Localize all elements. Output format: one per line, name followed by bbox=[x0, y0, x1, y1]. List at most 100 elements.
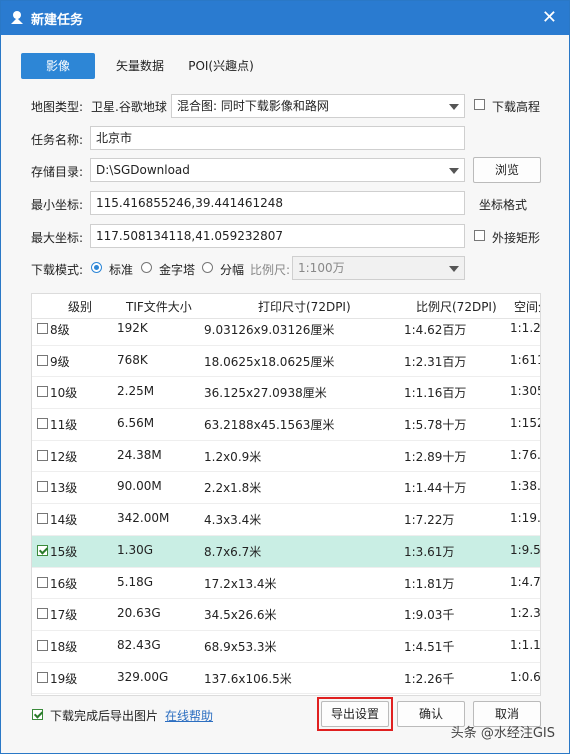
table-row[interactable]: 15级 1.30G 8.7x6.7米 1:3.61万 1:9.55 bbox=[32, 535, 540, 568]
storage-dir-select[interactable]: D:\SGDownload bbox=[90, 158, 465, 182]
row-checkbox[interactable] bbox=[37, 418, 48, 430]
table-row[interactable]: 17级 20.63G 34.5x26.6米 1:9.03千 1:2.39 bbox=[32, 599, 541, 631]
cell-tif-size: 2.25M bbox=[117, 384, 155, 399]
cell-spatial: 1:1.22 bbox=[510, 321, 541, 335]
row-checkbox[interactable] bbox=[37, 354, 48, 366]
cell-spatial: 1:2.39 bbox=[510, 606, 541, 621]
title-bar: 新建任务 ✕ bbox=[1, 1, 569, 35]
mode-pyramid-radio[interactable] bbox=[141, 262, 152, 273]
cell-tif-size: 768K bbox=[117, 352, 148, 367]
map-source-text: 卫星.谷歌地球 bbox=[91, 100, 167, 114]
export-images-label: 下载完成后导出图片 bbox=[50, 709, 159, 723]
storage-dir-label: 存储目录: bbox=[31, 165, 84, 179]
table-row[interactable]: 12级 24.38M 1.2x0.9米 1:2.89十万 1:76.4 bbox=[32, 441, 540, 473]
close-icon[interactable]: ✕ bbox=[542, 7, 557, 28]
row-checkbox[interactable] bbox=[37, 513, 48, 525]
cell-scale: 1:1.16百万 bbox=[404, 386, 467, 401]
online-help-link[interactable]: 在线帮助 bbox=[165, 707, 213, 724]
mode-standard-radio[interactable] bbox=[91, 262, 102, 273]
cell-print-size: 36.125x27.0938厘米 bbox=[204, 386, 327, 401]
zoom-level-table: 8级 192K 9.03126x9.03126厘米 1:4.62百万 1:1.22 9级 7… bbox=[31, 293, 541, 696]
map-type-select[interactable]: 混合图: 同时下载影像和路网 bbox=[171, 94, 465, 118]
row-checkbox[interactable] bbox=[37, 544, 48, 556]
col-tif-size[interactable]: TIF文件大小 bbox=[126, 298, 192, 315]
col-spatial[interactable]: 空间分 bbox=[514, 298, 540, 315]
bounding-rect-checkbox[interactable] bbox=[474, 230, 485, 241]
download-elevation-checkbox[interactable] bbox=[474, 99, 485, 110]
row-checkbox[interactable] bbox=[37, 481, 48, 493]
download-mode-label: 下载模式: bbox=[31, 263, 84, 277]
max-coord-label: 最大坐标: bbox=[31, 231, 84, 245]
table-row[interactable]: 13级 90.00M 2.2x1.8米 1:1.44十万 1:38.2 bbox=[32, 472, 540, 505]
cell-spatial: 1:611.5 bbox=[510, 352, 540, 367]
cell-scale: 1:1.81万 bbox=[404, 576, 455, 591]
task-name-input[interactable]: 北京市 bbox=[90, 126, 465, 150]
scale-select[interactable]: 1:100万 bbox=[292, 256, 465, 280]
cell-spatial: 1:152.8 bbox=[510, 416, 540, 431]
export-images-checkbox[interactable] bbox=[32, 709, 43, 720]
col-print-size[interactable]: 打印尺寸(72DPI) bbox=[258, 298, 351, 315]
tab-poi[interactable]: POI(兴趣点) bbox=[183, 53, 259, 79]
cell-scale: 1:2.31百万 bbox=[404, 354, 467, 369]
row-checkbox[interactable] bbox=[37, 323, 48, 334]
row-checkbox[interactable] bbox=[37, 386, 48, 398]
cell-print-size: 4.3x3.4米 bbox=[204, 513, 262, 528]
table-row[interactable]: 20级1.29T275.2x213.0米1:1.13千1:0.30 bbox=[32, 694, 540, 695]
cell-print-size: 9.03126x9.03126厘米 bbox=[204, 323, 335, 337]
scale-label: 比例尺: bbox=[250, 263, 291, 277]
cell-level: 9级 bbox=[50, 354, 70, 369]
row-checkbox[interactable] bbox=[37, 576, 48, 588]
cell-print-size: 1.2x0.9米 bbox=[204, 449, 262, 464]
table-row[interactable]: 14级 342.00M 4.3x3.4米 1:7.22万 1:19.1 bbox=[32, 504, 540, 536]
cell-level: 8级 bbox=[50, 323, 70, 337]
cell-print-size: 63.2188x45.1563厘米 bbox=[204, 418, 335, 433]
app-logo-icon bbox=[11, 11, 23, 24]
table-row[interactable]: 18级 82.43G 68.9x53.3米 1:4.51千 1:1.19 bbox=[32, 631, 541, 663]
tab-imagery[interactable]: 影像 bbox=[21, 53, 95, 79]
download-elevation-label: 下载高程 bbox=[492, 100, 541, 114]
cell-tif-size: 329.00G bbox=[117, 669, 169, 684]
max-coord-input[interactable]: 117.508134118,41.059232807 bbox=[90, 224, 465, 248]
row-checkbox[interactable] bbox=[37, 608, 48, 620]
table-row[interactable]: 16级 5.18G 17.2x13.4米 1:1.81万 1:4.78 bbox=[32, 568, 541, 600]
mode-standard-label: 标准 bbox=[109, 263, 134, 277]
cell-level: 19级 bbox=[50, 671, 78, 686]
cell-print-size: 17.2x13.4米 bbox=[204, 576, 277, 591]
cell-level: 11级 bbox=[50, 418, 78, 433]
browse-button[interactable]: 浏览 bbox=[473, 157, 541, 183]
table-row[interactable]: 11级 6.56M 63.2188x45.1563厘米 1:5.78十万 1:152.8 bbox=[32, 409, 540, 441]
col-scale[interactable]: 比例尺(72DPI) bbox=[416, 298, 497, 315]
cell-scale: 1:7.22万 bbox=[404, 513, 455, 528]
cell-level: 18级 bbox=[50, 639, 78, 654]
dialog-title: 新建任务 bbox=[31, 13, 84, 28]
row-checkbox[interactable] bbox=[37, 639, 48, 651]
cell-tif-size: 24.38M bbox=[117, 447, 162, 462]
cell-spatial: 1:1.19 bbox=[510, 637, 541, 652]
cell-tif-size: 20.63G bbox=[117, 606, 161, 621]
cell-level: 15级 bbox=[50, 544, 78, 559]
table-row[interactable]: 9级 768K 18.0625x18.0625厘米 1:2.31百万 1:611.5 bbox=[32, 346, 540, 378]
cell-level: 12级 bbox=[50, 449, 78, 464]
scale-value: 1:100万 bbox=[298, 261, 345, 275]
table-row[interactable]: 10级 2.25M 36.125x27.0938厘米 1:1.16百万 1:305.7 bbox=[32, 377, 540, 410]
row-checkbox[interactable] bbox=[37, 449, 48, 461]
cell-scale: 1:9.03千 bbox=[404, 608, 455, 623]
cell-level: 17级 bbox=[50, 608, 78, 623]
table-row[interactable]: 19级 329.00G 137.6x106.5米 1:2.26千 1:0.60 bbox=[32, 663, 541, 695]
cell-scale: 1:2.89十万 bbox=[404, 449, 467, 464]
cell-scale: 1:5.78十万 bbox=[404, 418, 467, 433]
min-coord-input[interactable]: 115.416855246,39.441461248 bbox=[90, 191, 465, 215]
cell-print-size: 34.5x26.6米 bbox=[204, 608, 277, 623]
cell-print-size: 18.0625x18.0625厘米 bbox=[204, 354, 335, 369]
coord-format-link[interactable]: 坐标格式 bbox=[479, 196, 527, 213]
new-task-dialog: 新建任务 ✕ 影像 矢量数据 POI(兴趣点) 地图类型: 卫星.谷歌地球 混合… bbox=[0, 0, 570, 754]
cell-spatial: 1:4.78 bbox=[510, 574, 541, 589]
mode-tile-radio[interactable] bbox=[202, 262, 213, 273]
col-level[interactable]: 级别 bbox=[68, 298, 92, 315]
export-settings-button[interactable]: 导出设置 bbox=[321, 701, 389, 727]
row-checkbox[interactable] bbox=[37, 671, 48, 683]
watermark-text: 头条 @水经注GIS bbox=[450, 726, 555, 741]
table-header: 级别 TIF文件大小 打印尺寸(72DPI) 比例尺(72DPI) 空间分 bbox=[32, 294, 540, 319]
cell-spatial: 1:0.60 bbox=[510, 669, 541, 684]
tab-vector-data[interactable]: 矢量数据 bbox=[105, 53, 175, 79]
